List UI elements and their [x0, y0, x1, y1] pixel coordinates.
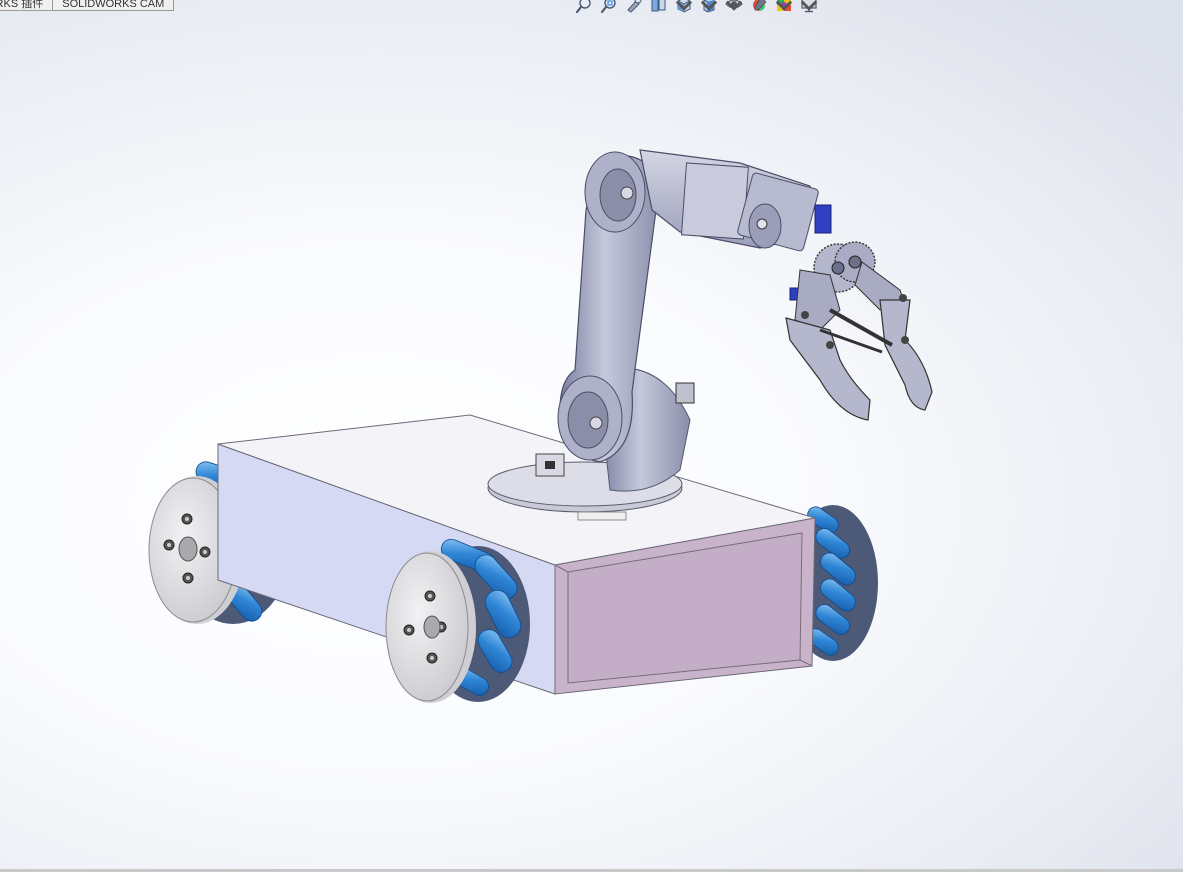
hide-show-items-button[interactable] — [724, 0, 746, 14]
display-style-button[interactable] — [699, 0, 721, 14]
tab-solidworks-cam[interactable]: SOLIDWORKS CAM — [53, 0, 175, 11]
chevron-down-icon — [800, 0, 818, 11]
edit-appearance-button[interactable] — [749, 0, 771, 14]
robotic-arm[interactable] — [487, 149, 933, 521]
previous-view-button[interactable] — [624, 0, 646, 14]
mecanum-wheel-front-left[interactable] — [385, 536, 530, 703]
zoom-to-fit-button[interactable] — [574, 0, 596, 14]
tab-solidworks-addins[interactable]: ORKS 插件 — [0, 0, 54, 11]
command-manager-tabs: ORKS 插件 SOLIDWORKS CAM — [0, 0, 175, 12]
apply-scene-button[interactable] — [774, 0, 796, 14]
zoom-to-area-button[interactable] — [599, 0, 621, 14]
edit-appearance-icon — [753, 0, 767, 11]
chevron-down-icon — [725, 0, 743, 11]
view-orientation-button[interactable] — [674, 0, 696, 14]
graphics-area[interactable] — [0, 0, 1183, 872]
zoom-to-area-icon — [600, 0, 616, 14]
chevron-down-icon — [675, 0, 693, 11]
section-view-button[interactable] — [649, 0, 671, 14]
section-view-icon — [651, 0, 666, 12]
chevron-down-icon — [700, 0, 718, 11]
zoom-to-fit-icon — [575, 0, 591, 14]
chevron-down-icon — [775, 0, 793, 11]
view-settings-button[interactable] — [799, 0, 821, 14]
previous-view-icon — [627, 0, 642, 13]
heads-up-view-toolbar — [574, 0, 824, 14]
